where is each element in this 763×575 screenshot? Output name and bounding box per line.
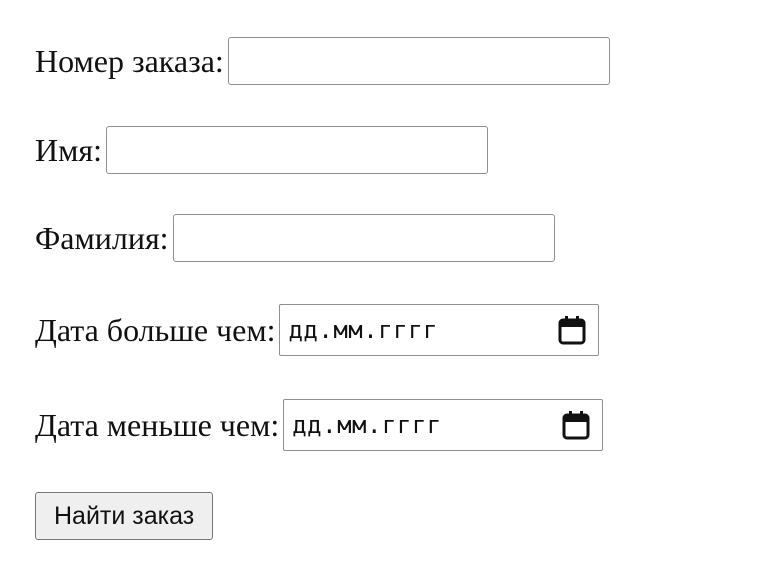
date-to-label: Дата меньше чем:	[35, 407, 280, 443]
first-name-label: Имя:	[35, 132, 102, 168]
date-to-row: Дата меньше чем: дд.мм.гггг	[35, 397, 604, 453]
first-name-row: Имя:	[35, 122, 488, 178]
last-name-label: Фамилия:	[35, 220, 169, 256]
date-from-placeholder: дд.мм.гггг	[288, 316, 438, 344]
find-order-button[interactable]: Найти заказ	[35, 492, 214, 540]
order-number-label: Номер заказа:	[35, 43, 224, 79]
calendar-icon[interactable]	[558, 315, 586, 345]
order-number-row: Номер заказа:	[35, 33, 610, 89]
first-name-input[interactable]	[105, 126, 488, 174]
calendar-icon[interactable]	[562, 410, 590, 440]
date-from-row: Дата больше чем: дд.мм.гггг	[35, 302, 600, 358]
date-to-placeholder: дд.мм.гггг	[292, 411, 442, 439]
last-name-row: Фамилия:	[35, 210, 555, 266]
order-number-input[interactable]	[227, 37, 610, 85]
date-from-input[interactable]: дд.мм.гггг	[279, 304, 600, 356]
date-to-input[interactable]: дд.мм.гггг	[283, 399, 604, 451]
date-from-label: Дата больше чем:	[35, 312, 276, 348]
last-name-input[interactable]	[172, 214, 555, 262]
